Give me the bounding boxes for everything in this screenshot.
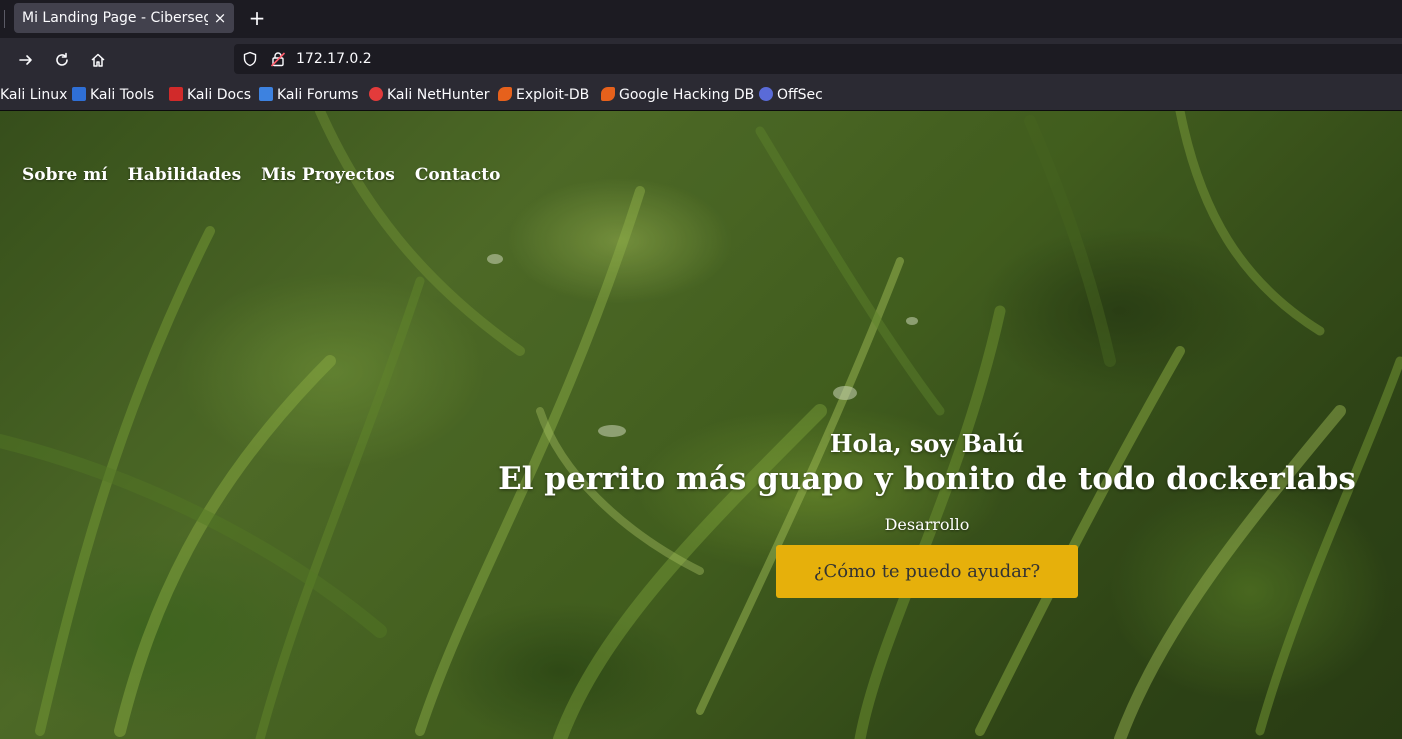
site-navigation: Sobre mí Habilidades Mis Proyectos Conta… <box>22 165 500 185</box>
nav-link-contacto[interactable]: Contacto <box>415 165 501 185</box>
kali-nethunter-icon <box>369 87 383 101</box>
bookmark-label: Kali Tools <box>90 87 155 103</box>
bookmark-label: Kali NetHunter <box>387 87 490 103</box>
tab-divider <box>4 10 5 28</box>
reload-icon[interactable] <box>48 46 76 74</box>
url-text[interactable]: 172.17.0.2 <box>296 44 372 74</box>
browser-tab-bar: Mi Landing Page - Ciberseguridad × + <box>0 0 1402 38</box>
bookmark-exploit-db[interactable]: Exploit-DB <box>498 80 589 110</box>
exploit-db-icon <box>498 87 512 101</box>
nav-link-habilidades[interactable]: Habilidades <box>128 165 242 185</box>
home-icon[interactable] <box>84 46 112 74</box>
offsec-icon <box>759 87 773 101</box>
bookmark-google-hacking-db[interactable]: Google Hacking DB <box>601 80 754 110</box>
hero-greeting: Hola, soy Balú <box>829 429 1025 458</box>
close-icon[interactable]: × <box>212 3 228 33</box>
bookmark-label: Kali Forums <box>277 87 359 103</box>
forward-icon[interactable] <box>12 46 40 74</box>
browser-toolbar: 172.17.0.2 <box>0 38 1402 80</box>
insecure-lock-icon[interactable] <box>270 51 286 67</box>
bookmark-label: OffSec <box>777 87 823 103</box>
bookmark-label: Kali Docs <box>187 87 252 103</box>
ghdb-icon <box>601 87 615 101</box>
bookmark-kali-nethunter[interactable]: Kali NetHunter <box>369 80 489 110</box>
page-viewport: Sobre mí Habilidades Mis Proyectos Conta… <box>0 111 1402 739</box>
hero-title: El perrito más guapo y bonito de todo do… <box>498 461 1356 497</box>
bookmark-kali-linux[interactable]: Kali Linux <box>0 80 67 110</box>
new-tab-icon[interactable]: + <box>244 4 270 32</box>
shield-icon[interactable] <box>242 51 258 67</box>
kali-forums-icon <box>259 87 273 101</box>
bookmark-label: Exploit-DB <box>516 87 590 103</box>
url-bar[interactable]: 172.17.0.2 <box>234 44 1402 74</box>
browser-tab[interactable]: Mi Landing Page - Ciberseguridad × <box>14 3 234 33</box>
cta-button[interactable]: ¿Cómo te puedo ayudar? <box>776 545 1078 598</box>
bookmark-offsec[interactable]: OffSec <box>759 80 823 110</box>
grass-background-image <box>0 111 1402 739</box>
bookmark-label: Kali Linux <box>0 87 68 103</box>
tab-title: Mi Landing Page - Ciberseguridad <box>22 10 208 26</box>
kali-docs-icon <box>169 87 183 101</box>
bookmark-label: Google Hacking DB <box>619 87 755 103</box>
nav-link-mis-proyectos[interactable]: Mis Proyectos <box>261 165 395 185</box>
nav-link-sobre-mi[interactable]: Sobre mí <box>22 165 108 185</box>
kali-tools-icon <box>72 87 86 101</box>
bookmark-kali-forums[interactable]: Kali Forums <box>259 80 358 110</box>
bookmark-kali-docs[interactable]: Kali Docs <box>169 80 251 110</box>
hero-section: Hola, soy Balú El perrito más guapo y bo… <box>486 429 1368 598</box>
bookmark-kali-tools[interactable]: Kali Tools <box>72 80 154 110</box>
hero-role: Desarrollo <box>884 515 970 534</box>
bookmarks-toolbar: Kali Linux Kali Tools Kali Docs Kali For… <box>0 80 1402 111</box>
